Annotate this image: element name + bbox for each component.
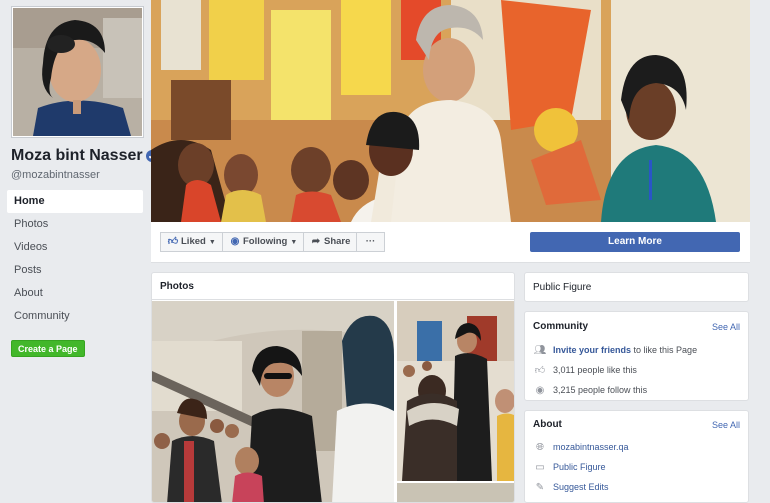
nav-item-photos[interactable]: Photos <box>7 213 143 236</box>
community-see-all-link[interactable]: See All <box>712 322 740 332</box>
divider <box>152 299 514 300</box>
invite-suffix: to like this Page <box>631 345 698 355</box>
thumbs-up-icon: 👍︎ <box>534 365 546 376</box>
website-row: 🌐︎ mozabintnasser.qa <box>533 440 629 454</box>
likes-count: 3,011 people like this <box>553 365 637 375</box>
nav-item-community[interactable]: Community <box>7 305 143 328</box>
thumbs-up-icon: 👍︎ <box>167 236 179 247</box>
nav-item-videos[interactable]: Videos <box>7 236 143 259</box>
share-arrow-icon: ➦ <box>311 236 321 247</box>
page-title[interactable]: Moza bint Nasser✓ <box>11 147 158 165</box>
profile-picture[interactable] <box>11 6 144 138</box>
rss-icon: ◉ <box>230 236 240 247</box>
left-sidebar: Moza bint Nasser✓ @mozabintnasser Home P… <box>0 0 158 503</box>
share-button[interactable]: ➦ Share <box>303 232 358 252</box>
category-row: ▭ Public Figure <box>533 460 606 474</box>
about-title[interactable]: About <box>533 419 562 430</box>
page-username[interactable]: @mozabintnasser <box>11 169 100 181</box>
suggest-edits-row: ✎ Suggest Edits <box>533 480 609 494</box>
create-page-button[interactable]: Create a Page <box>11 340 85 357</box>
tag-icon: ▭ <box>535 462 545 473</box>
page-action-bar: 👍︎ Liked ▼ ◉ Following ▼ ➦ Share ··· Learn Mo… <box>151 222 750 263</box>
photo-thumbnail-1[interactable] <box>152 301 394 502</box>
photo-thumbnail-2[interactable] <box>397 301 514 481</box>
photos-card-title[interactable]: Photos <box>160 281 194 292</box>
liked-label: Liked <box>181 236 206 247</box>
photos-card: Photos <box>151 272 515 503</box>
website-link[interactable]: mozabintnasser.qa <box>553 442 629 452</box>
learn-more-button[interactable]: Learn More <box>530 232 740 252</box>
following-button[interactable]: ◉ Following ▼ <box>222 232 305 252</box>
category-card: Public Figure <box>524 272 749 302</box>
community-title[interactable]: Community <box>533 321 588 332</box>
category-link[interactable]: Public Figure <box>553 462 606 472</box>
nav-item-home[interactable]: Home <box>7 190 143 213</box>
about-see-all-link[interactable]: See All <box>712 420 740 430</box>
page-name-text[interactable]: Moza bint Nasser <box>11 147 143 164</box>
chevron-down-icon: ▼ <box>208 239 216 246</box>
people-icon: 👥︎ <box>533 345 547 356</box>
pencil-icon: ✎ <box>535 482 545 493</box>
follows-count: 3,215 people follow this <box>553 385 648 395</box>
likes-count-row: 👍︎ 3,011 people like this <box>533 363 637 377</box>
cover-photo[interactable] <box>151 0 750 222</box>
suggest-edits-link[interactable]: Suggest Edits <box>553 482 609 492</box>
follows-count-row: ◉ 3,215 people follow this <box>533 383 647 397</box>
invite-friends-row: 👥︎ Invite your friends to like this Page <box>533 343 697 357</box>
invite-friends-link[interactable]: Invite your friends <box>553 345 631 355</box>
chevron-down-icon: ▼ <box>290 239 298 246</box>
page-nav: Home Photos Videos Posts About Community <box>7 190 143 328</box>
nav-item-about[interactable]: About <box>7 282 143 305</box>
share-label: Share <box>324 236 351 247</box>
more-options-button[interactable]: ··· <box>356 232 385 252</box>
category-label[interactable]: Public Figure <box>533 282 591 293</box>
rss-icon: ◉ <box>535 385 545 396</box>
community-card: Community See All 👥︎ Invite your friends … <box>524 311 749 401</box>
nav-item-posts[interactable]: Posts <box>7 259 143 282</box>
following-label: Following <box>243 236 288 247</box>
globe-icon: 🌐︎ <box>536 442 544 453</box>
about-card: About See All 🌐︎ mozabintnasser.qa ▭ Publi… <box>524 410 749 503</box>
photo-thumbnail-3[interactable] <box>397 483 514 502</box>
liked-button[interactable]: 👍︎ Liked ▼ <box>160 232 223 252</box>
